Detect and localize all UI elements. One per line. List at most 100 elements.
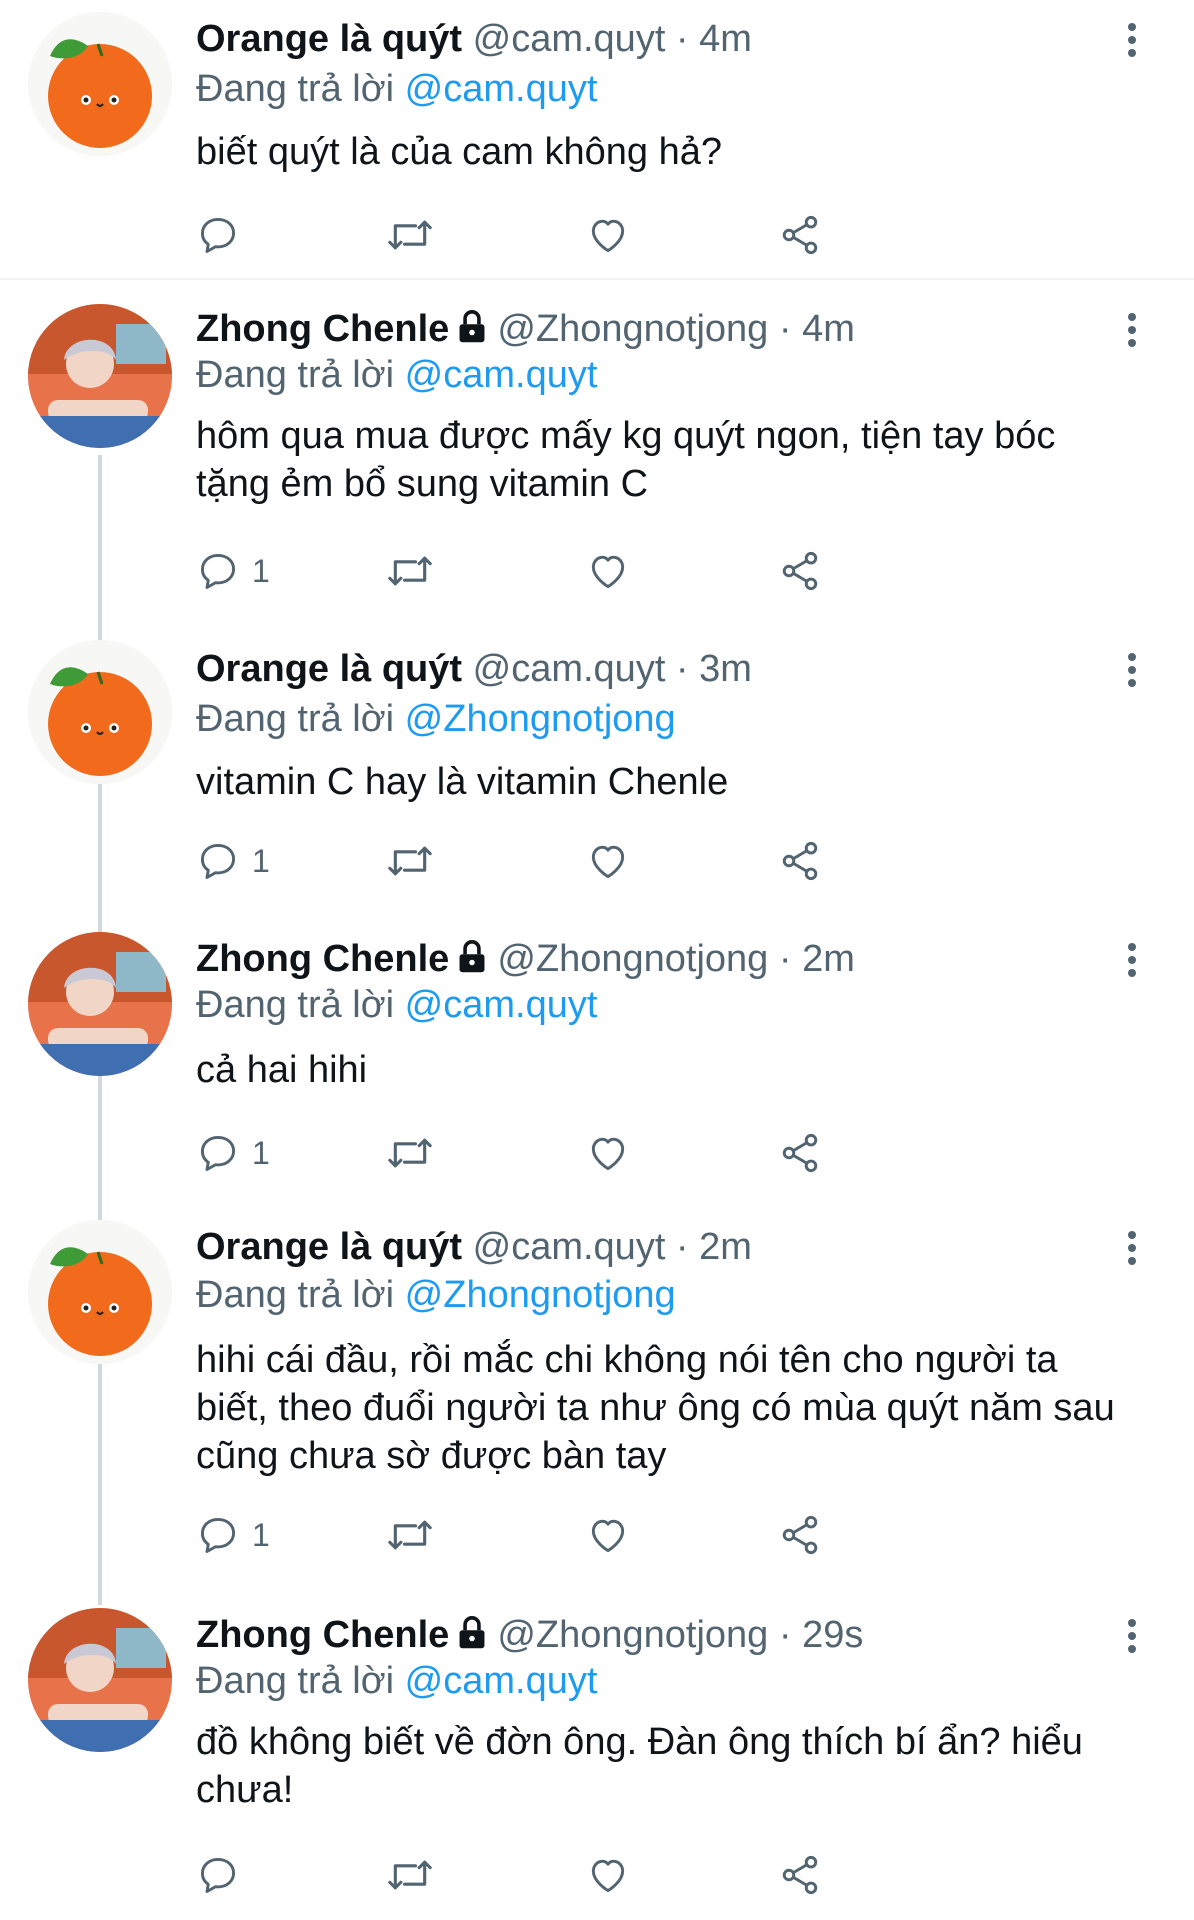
reply-to-link[interactable]: @cam.quyt (405, 354, 598, 396)
tweet[interactable]: Orange là quýt @cam.quyt · 3m Đang trả l… (0, 640, 1194, 890)
share-button[interactable] (778, 210, 822, 260)
like-button[interactable] (586, 1128, 630, 1178)
reply-button[interactable] (196, 210, 252, 260)
avatar-zhong[interactable] (28, 932, 172, 1076)
like-button[interactable] (586, 546, 630, 596)
reply-to-link[interactable]: @cam.quyt (405, 1660, 598, 1702)
tweet-actions: 1 (196, 1510, 996, 1560)
share-icon (782, 841, 818, 881)
handle-time: @Zhongnotjong · 4m (497, 308, 855, 350)
heart-icon (591, 845, 625, 879)
reply-icon (200, 553, 236, 589)
avatar-orange[interactable] (28, 1220, 172, 1364)
divider (0, 278, 1194, 280)
retweet-icon (388, 220, 432, 250)
retweet-button[interactable] (386, 1128, 434, 1178)
reply-to-link[interactable]: @Zhongnotjong (405, 698, 676, 740)
tweet-text: cả hai hihi (196, 1049, 368, 1091)
more-icon[interactable] (1126, 1230, 1138, 1271)
reply-button[interactable]: 1 (196, 546, 270, 596)
reply-count: 1 (252, 1516, 270, 1553)
replying-to: Đang trả lời @Zhongnotjong (196, 1270, 676, 1320)
retweet-button[interactable] (386, 1510, 434, 1560)
retweet-icon (388, 846, 432, 876)
reply-button[interactable]: 1 (196, 1510, 270, 1560)
tweet[interactable]: Zhong Chenle @Zhongnotjong · 4m Đang trả … (0, 290, 1194, 591)
retweet-button[interactable] (386, 210, 434, 260)
replying-to: Đang trả lời @Zhongnotjong (196, 694, 676, 744)
tweet-header: Orange là quýt @cam.quyt · 2m (196, 1222, 1104, 1272)
reply-to-link[interactable]: @cam.quyt (405, 68, 598, 110)
avatar-zhong[interactable] (28, 304, 172, 448)
handle-time: @cam.quyt · 2m (472, 1226, 752, 1268)
share-button[interactable] (778, 546, 822, 596)
share-icon (782, 1855, 818, 1895)
heart-icon (591, 1519, 625, 1553)
replying-to: Đang trả lời @cam.quyt (196, 350, 597, 400)
tweet-header: Orange là quýt @cam.quyt · 3m (196, 644, 1104, 694)
avatar-zhong[interactable] (28, 1608, 172, 1752)
more-icon[interactable] (1126, 1618, 1138, 1659)
more-icon[interactable] (1126, 652, 1138, 693)
retweet-button[interactable] (386, 1850, 434, 1900)
more-icon[interactable] (1126, 942, 1138, 983)
avatar-orange[interactable] (28, 12, 172, 156)
replying-to: Đang trả lời @cam.quyt (196, 1656, 597, 1706)
display-name[interactable]: Zhong Chenle (196, 308, 449, 350)
tweet[interactable]: Zhong Chenle @Zhongnotjong · 2m Đang trả … (0, 932, 1194, 1182)
tweet-text: đồ không biết về đờn ông. Đàn ông thích … (196, 1721, 1083, 1811)
retweet-icon (388, 1520, 432, 1550)
reply-button[interactable] (196, 1850, 252, 1900)
tweet[interactable]: Orange là quýt @cam.quyt · 4m Đang trả l… (0, 0, 1194, 280)
more-icon[interactable] (1126, 22, 1138, 63)
display-name[interactable]: Zhong Chenle (196, 938, 449, 980)
heart-icon (591, 1137, 625, 1171)
share-button[interactable] (778, 1850, 822, 1900)
display-name[interactable]: Orange là quýt (196, 648, 462, 690)
reply-button[interactable]: 1 (196, 836, 270, 886)
replying-prefix: Đang trả lời (196, 354, 395, 396)
replying-to: Đang trả lời @cam.quyt (196, 980, 597, 1030)
share-icon (782, 1133, 818, 1173)
display-name[interactable]: Orange là quýt (196, 1226, 462, 1268)
more-icon[interactable] (1126, 312, 1138, 353)
retweet-button[interactable] (386, 546, 434, 596)
tweet-text: hôm qua mua được mấy kg quýt ngon, tiện … (196, 415, 1056, 505)
reply-button[interactable]: 1 (196, 1128, 270, 1178)
handle-time: @cam.quyt · 4m (472, 18, 752, 60)
handle-time: @cam.quyt · 3m (472, 648, 752, 690)
heart-icon (591, 555, 625, 589)
reply-icon (200, 1517, 236, 1553)
reply-icon (200, 217, 236, 253)
reply-to-link[interactable]: @cam.quyt (405, 984, 598, 1026)
like-button[interactable] (586, 210, 630, 260)
replying-prefix: Đang trả lời (196, 984, 395, 1026)
display-name[interactable]: Zhong Chenle (196, 1614, 449, 1656)
share-icon (782, 215, 818, 255)
heart-icon (591, 1859, 625, 1893)
replying-prefix: Đang trả lời (196, 698, 395, 740)
tweet-header: Zhong Chenle @Zhongnotjong · 4m (196, 304, 1104, 354)
tweet-actions: 1 (196, 836, 996, 886)
tweet[interactable]: Zhong Chenle @Zhongnotjong · 29s Đang trả… (0, 1608, 1194, 1920)
reply-to-link[interactable]: @Zhongnotjong (405, 1274, 676, 1316)
retweet-icon (388, 1860, 432, 1890)
tweet-actions (196, 1850, 996, 1900)
like-button[interactable] (586, 836, 630, 886)
like-button[interactable] (586, 1850, 630, 1900)
tweet-actions: 1 (196, 546, 996, 596)
reply-count: 1 (252, 842, 270, 879)
tweet-header: Zhong Chenle @Zhongnotjong · 29s (196, 1610, 1104, 1660)
retweet-button[interactable] (386, 836, 434, 886)
like-button[interactable] (586, 1510, 630, 1560)
reply-icon (200, 1135, 236, 1171)
tweet-header: Zhong Chenle @Zhongnotjong · 2m (196, 934, 1104, 984)
share-button[interactable] (778, 836, 822, 886)
tweet[interactable]: Orange là quýt @cam.quyt · 2m Đang trả l… (0, 1220, 1194, 1580)
display-name[interactable]: Orange là quýt (196, 18, 462, 60)
avatar-orange[interactable] (28, 640, 172, 784)
share-button[interactable] (778, 1128, 822, 1178)
share-icon (782, 551, 818, 591)
share-button[interactable] (778, 1510, 822, 1560)
tweet-text: biết quýt là của cam không hả? (196, 131, 723, 173)
